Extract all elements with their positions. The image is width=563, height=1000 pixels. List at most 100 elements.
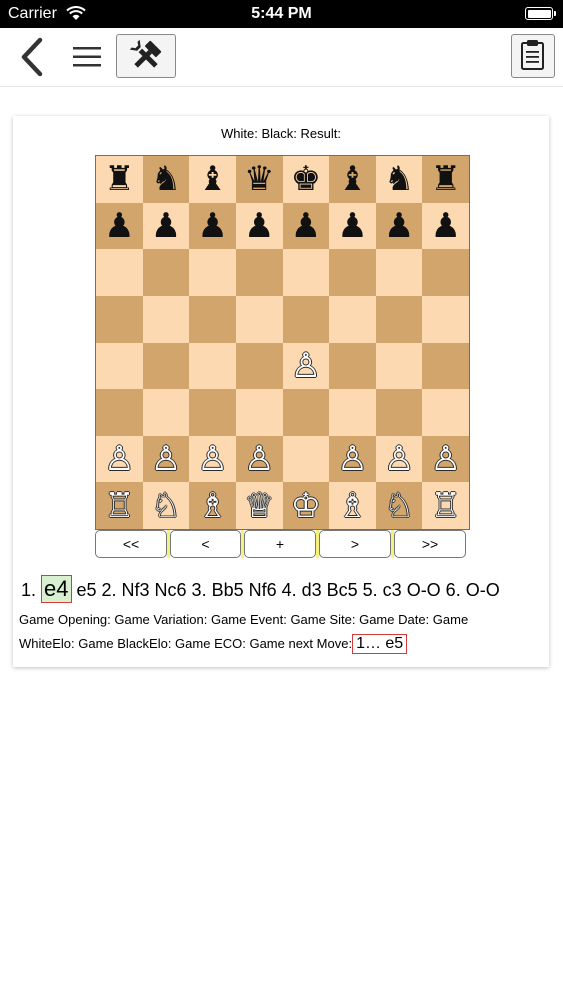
board-square-g6[interactable] bbox=[375, 249, 423, 296]
chess-piece-icon[interactable]: ♟ bbox=[244, 209, 274, 243]
board-square-b6[interactable] bbox=[142, 249, 190, 296]
board-square-a2[interactable]: ♙ bbox=[96, 435, 143, 483]
tools-button[interactable] bbox=[116, 34, 176, 78]
first-move-button[interactable]: << bbox=[95, 530, 167, 558]
board-square-h1[interactable]: ♖ bbox=[422, 482, 469, 529]
chess-piece-icon[interactable]: ♚ bbox=[291, 162, 321, 196]
last-move-button[interactable]: >> bbox=[394, 530, 466, 558]
board-square-e8[interactable]: ♚ bbox=[282, 156, 330, 203]
board-square-c4[interactable] bbox=[189, 342, 236, 390]
chess-piece-icon[interactable]: ♝ bbox=[197, 162, 227, 196]
chess-piece-icon[interactable]: ♜ bbox=[430, 162, 460, 196]
board-square-b8[interactable]: ♞ bbox=[142, 156, 190, 203]
move-sequence[interactable]: e5 2. Nf3 Nc6 3. Bb5 Nf6 4. d3 Bc5 5. c3… bbox=[72, 580, 500, 600]
chess-piece-icon[interactable]: ♜ bbox=[104, 162, 134, 196]
board-square-e5[interactable] bbox=[282, 295, 330, 343]
chess-piece-icon[interactable]: ♛ bbox=[244, 162, 274, 196]
board-square-a5[interactable] bbox=[96, 295, 143, 343]
board-square-a6[interactable] bbox=[96, 249, 143, 296]
chess-piece-icon[interactable]: ♟ bbox=[151, 209, 181, 243]
board-square-d4[interactable] bbox=[235, 342, 283, 390]
board-square-g7[interactable]: ♟ bbox=[375, 202, 423, 250]
board-square-h6[interactable] bbox=[422, 249, 469, 296]
board-square-g5[interactable] bbox=[375, 295, 423, 343]
board-square-d5[interactable] bbox=[235, 295, 283, 343]
board-square-c8[interactable]: ♝ bbox=[189, 156, 236, 203]
chess-piece-icon[interactable]: ♗ bbox=[197, 489, 227, 523]
board-square-a7[interactable]: ♟ bbox=[96, 202, 143, 250]
board-square-h5[interactable] bbox=[422, 295, 469, 343]
board-square-b7[interactable]: ♟ bbox=[142, 202, 190, 250]
back-button[interactable] bbox=[16, 36, 52, 78]
chess-piece-icon[interactable]: ♙ bbox=[384, 442, 414, 476]
board-square-h8[interactable]: ♜ bbox=[422, 156, 469, 203]
board-square-e2[interactable] bbox=[282, 435, 330, 483]
board-square-b2[interactable]: ♙ bbox=[142, 435, 190, 483]
board-square-g1[interactable]: ♘ bbox=[375, 482, 423, 529]
board-square-c1[interactable]: ♗ bbox=[189, 482, 236, 529]
board-square-c7[interactable]: ♟ bbox=[189, 202, 236, 250]
board-square-f8[interactable]: ♝ bbox=[329, 156, 376, 203]
board-square-e4[interactable]: ♙ bbox=[282, 342, 330, 390]
board-square-b4[interactable] bbox=[142, 342, 190, 390]
next-move-button[interactable]: > bbox=[319, 530, 391, 558]
board-square-b3[interactable] bbox=[142, 389, 190, 436]
chess-piece-icon[interactable]: ♙ bbox=[430, 442, 460, 476]
chess-piece-icon[interactable]: ♙ bbox=[151, 442, 181, 476]
chess-piece-icon[interactable]: ♝ bbox=[337, 162, 367, 196]
board-square-c3[interactable] bbox=[189, 389, 236, 436]
previous-move-button[interactable]: < bbox=[170, 530, 241, 558]
board-square-a3[interactable] bbox=[96, 389, 143, 436]
board-square-d6[interactable] bbox=[235, 249, 283, 296]
board-square-h4[interactable] bbox=[422, 342, 469, 390]
board-square-c5[interactable] bbox=[189, 295, 236, 343]
chess-piece-icon[interactable]: ♟ bbox=[197, 209, 227, 243]
chess-piece-icon[interactable]: ♙ bbox=[197, 442, 227, 476]
board-square-d1[interactable]: ♕ bbox=[235, 482, 283, 529]
board-square-b5[interactable] bbox=[142, 295, 190, 343]
board-square-f4[interactable] bbox=[329, 342, 376, 390]
current-move[interactable]: e4 bbox=[41, 575, 72, 603]
board-square-f5[interactable] bbox=[329, 295, 376, 343]
board-square-e7[interactable]: ♟ bbox=[282, 202, 330, 250]
board-square-g4[interactable] bbox=[375, 342, 423, 390]
board-square-g8[interactable]: ♞ bbox=[375, 156, 423, 203]
chess-piece-icon[interactable]: ♞ bbox=[384, 162, 414, 196]
board-square-h2[interactable]: ♙ bbox=[422, 435, 469, 483]
chess-piece-icon[interactable]: ♟ bbox=[430, 209, 460, 243]
chess-piece-icon[interactable]: ♟ bbox=[337, 209, 367, 243]
board-square-f1[interactable]: ♗ bbox=[329, 482, 376, 529]
chess-piece-icon[interactable]: ♘ bbox=[151, 489, 181, 523]
board-square-a8[interactable]: ♜ bbox=[96, 156, 143, 203]
board-square-e1[interactable]: ♔ bbox=[282, 482, 330, 529]
chess-board[interactable]: ♜ ♞ ♝ ♛ ♚ ♝ ♞ ♜ ♟ ♟ ♟ ♟ ♟ ♟ ♟ ♟ ♙ ♙ ♙ ♙ ♙ ♙ ♙ ♙ ♖ ♘ ♗ ♕ ♔ ♗ ♘ ♖ bbox=[95, 155, 470, 530]
chess-piece-icon[interactable]: ♟ bbox=[104, 209, 134, 243]
chess-piece-icon[interactable]: ♙ bbox=[104, 442, 134, 476]
chess-piece-icon[interactable]: ♟ bbox=[291, 209, 321, 243]
chess-piece-icon[interactable]: ♞ bbox=[151, 162, 181, 196]
board-square-c2[interactable]: ♙ bbox=[189, 435, 236, 483]
chess-piece-icon[interactable]: ♗ bbox=[337, 489, 367, 523]
add-move-button[interactable]: + bbox=[244, 530, 316, 558]
board-square-e6[interactable] bbox=[282, 249, 330, 296]
chess-piece-icon[interactable]: ♙ bbox=[337, 442, 367, 476]
board-square-d7[interactable]: ♟ bbox=[235, 202, 283, 250]
chess-piece-icon[interactable]: ♔ bbox=[291, 489, 321, 523]
board-square-e3[interactable] bbox=[282, 389, 330, 436]
board-square-d3[interactable] bbox=[235, 389, 283, 436]
board-square-b1[interactable]: ♘ bbox=[142, 482, 190, 529]
chess-piece-icon[interactable]: ♖ bbox=[104, 489, 134, 523]
board-square-f6[interactable] bbox=[329, 249, 376, 296]
chess-piece-icon[interactable]: ♖ bbox=[430, 489, 460, 523]
board-square-f3[interactable] bbox=[329, 389, 376, 436]
board-square-g2[interactable]: ♙ bbox=[375, 435, 423, 483]
board-square-g3[interactable] bbox=[375, 389, 423, 436]
menu-button[interactable] bbox=[70, 40, 104, 74]
clipboard-button[interactable] bbox=[511, 34, 555, 78]
chess-piece-icon[interactable]: ♕ bbox=[244, 489, 274, 523]
board-square-a4[interactable] bbox=[96, 342, 143, 390]
board-square-d2[interactable]: ♙ bbox=[235, 435, 283, 483]
board-square-f7[interactable]: ♟ bbox=[329, 202, 376, 250]
chess-piece-icon[interactable]: ♟ bbox=[384, 209, 414, 243]
chess-piece-icon[interactable]: ♙ bbox=[291, 349, 321, 383]
